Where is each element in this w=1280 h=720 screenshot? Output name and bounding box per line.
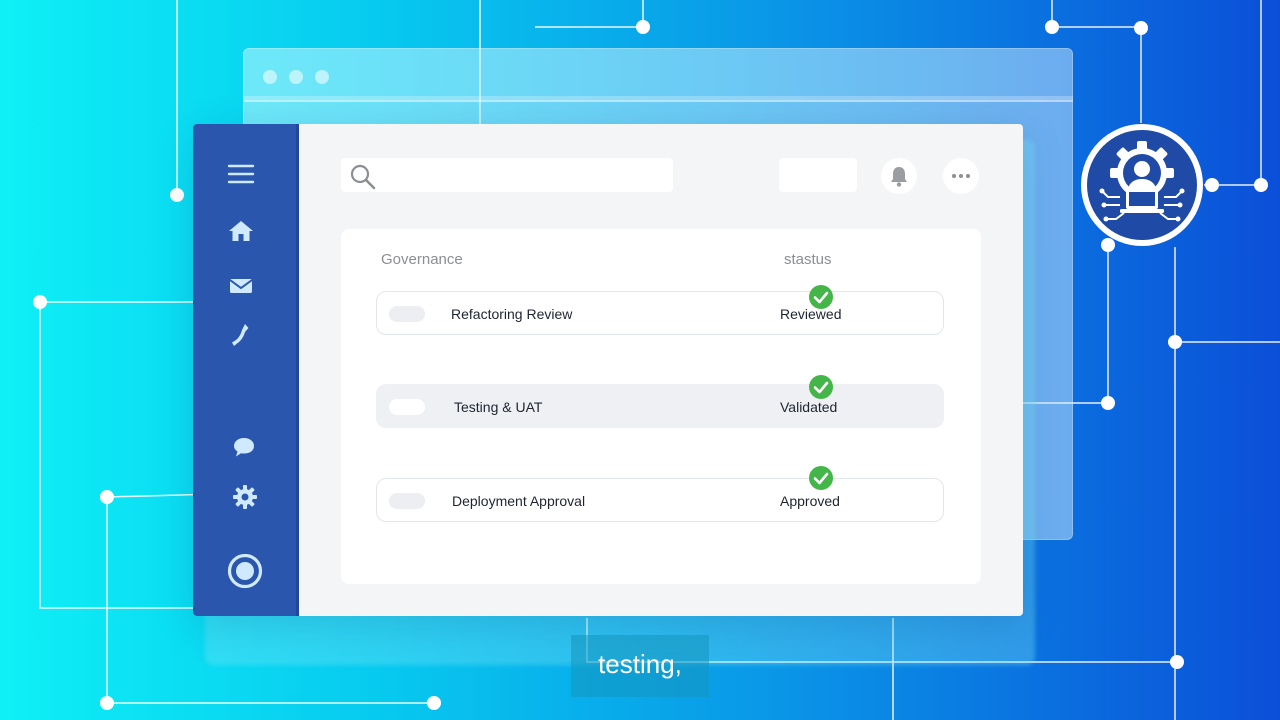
window-dot-icon — [315, 70, 329, 84]
gear-person-laptop-icon — [1081, 124, 1203, 246]
window-dot-icon — [289, 70, 303, 84]
row-name: Deployment Approval — [452, 493, 586, 509]
row-placeholder-pill — [389, 306, 425, 322]
background-window-divider — [243, 96, 1073, 102]
notifications-button[interactable] — [881, 158, 917, 194]
row-name: Refactoring Review — [451, 306, 573, 322]
row-status: Approved — [780, 493, 840, 509]
row-status: Validated — [780, 399, 838, 415]
subtitle-caption: testing, — [571, 635, 709, 697]
app-window: Governance stastus Refactoring Review Re… — [193, 124, 1023, 616]
check-icon — [809, 375, 833, 399]
home-icon[interactable] — [228, 220, 254, 242]
window-dot-icon — [263, 70, 277, 84]
mail-icon[interactable] — [229, 278, 253, 294]
search-bar[interactable] — [341, 158, 673, 192]
row-placeholder-pill — [389, 399, 425, 415]
phone-icon[interactable] — [231, 322, 251, 348]
table-row[interactable]: Refactoring Review Reviewed — [376, 291, 944, 335]
check-icon — [809, 285, 833, 309]
column-header-governance: Governance — [381, 251, 463, 268]
search-input[interactable] — [381, 164, 665, 188]
check-icon — [809, 466, 833, 490]
column-header-status: stastus — [784, 251, 832, 268]
row-status: Reviewed — [780, 306, 842, 322]
table-row[interactable]: Testing & UAT Validated — [376, 384, 944, 428]
record-icon[interactable] — [226, 552, 264, 590]
menu-icon[interactable] — [227, 163, 255, 185]
row-placeholder-pill — [389, 493, 425, 509]
chat-icon[interactable] — [232, 436, 256, 458]
governance-panel: Governance stastus Refactoring Review Re… — [341, 229, 981, 584]
settings-icon[interactable] — [232, 484, 258, 510]
more-icon — [952, 174, 970, 178]
bell-icon — [891, 167, 907, 187]
search-icon[interactable] — [349, 163, 377, 191]
sidebar-edge — [296, 124, 299, 616]
more-options-button[interactable] — [943, 158, 979, 194]
toolbar-button[interactable] — [779, 158, 857, 192]
background-window-titlebar — [243, 48, 1073, 102]
table-row[interactable]: Deployment Approval Approved — [376, 478, 944, 522]
sidebar — [193, 124, 299, 616]
row-name: Testing & UAT — [454, 399, 543, 415]
